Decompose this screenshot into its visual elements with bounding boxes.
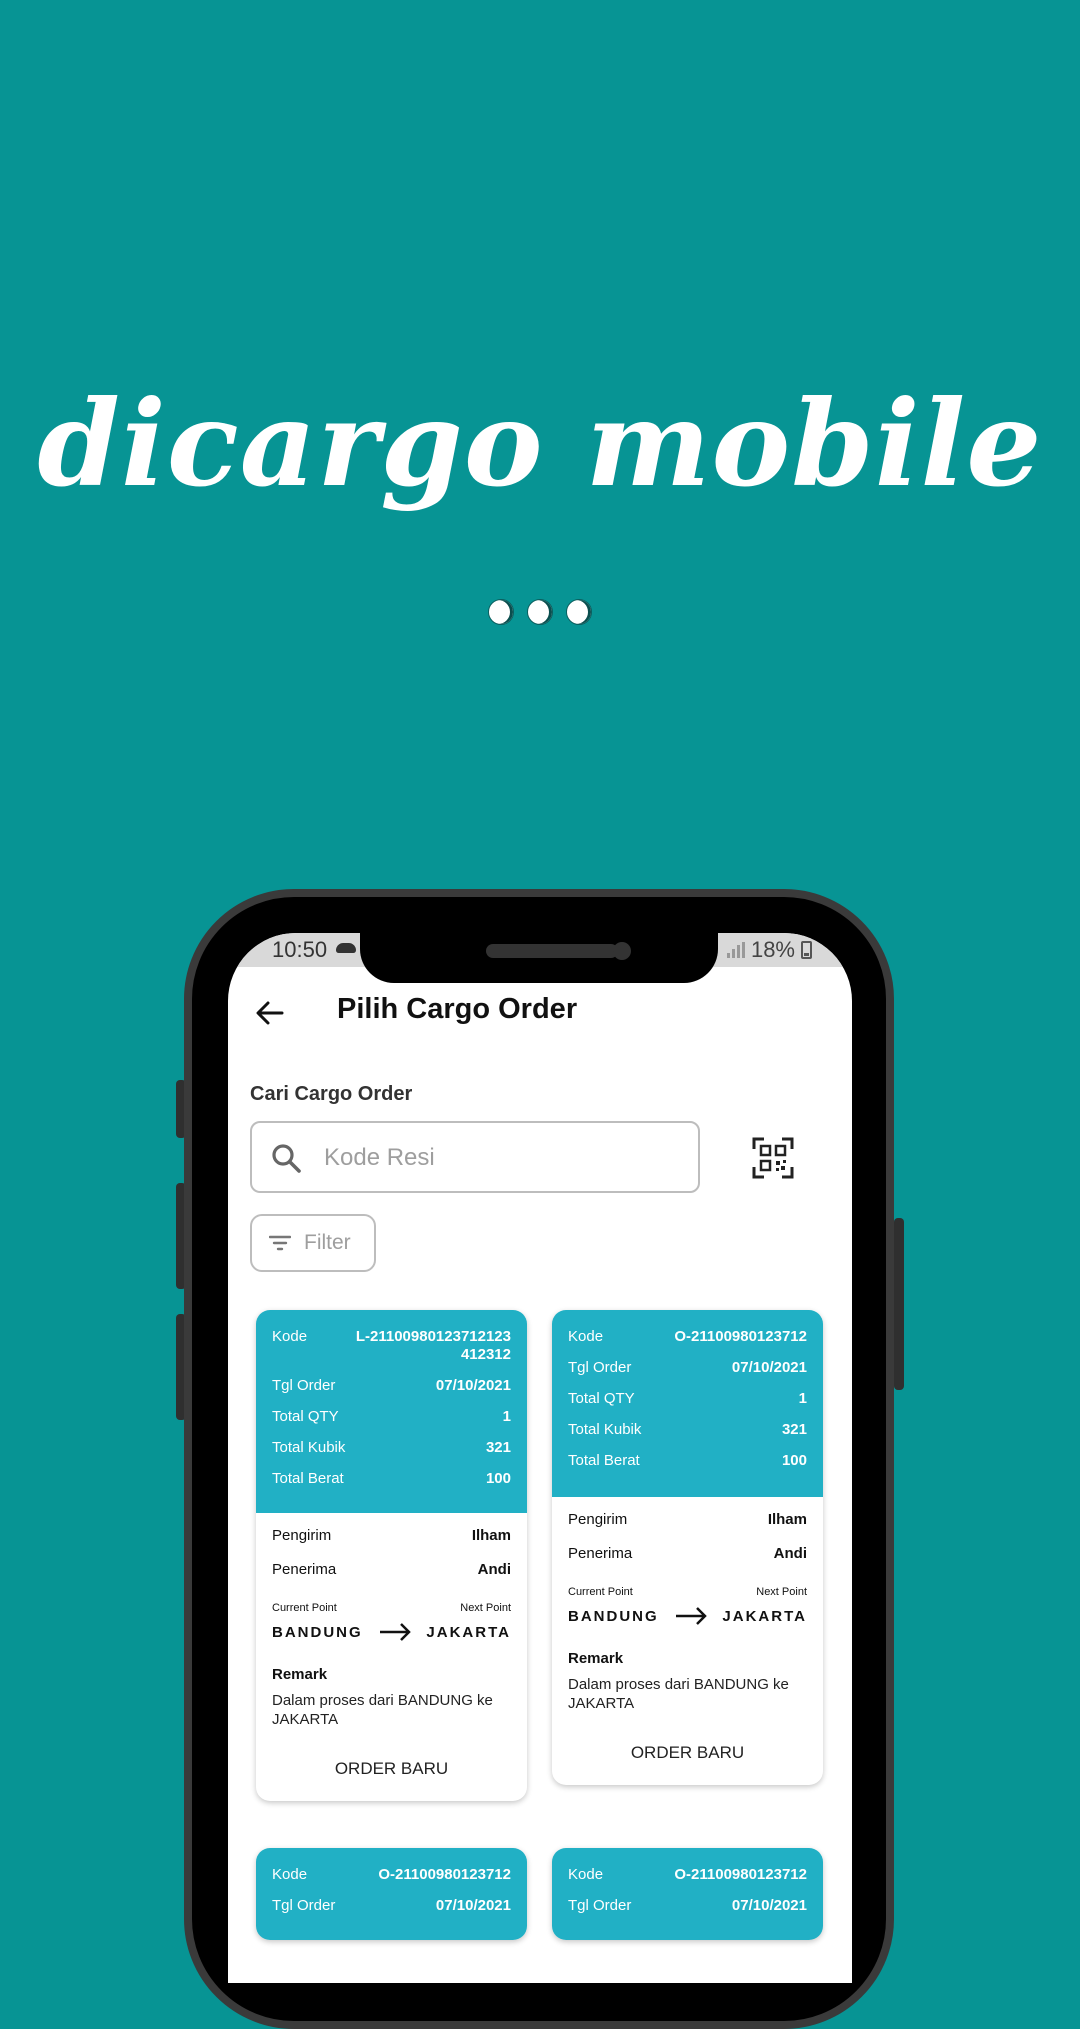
tgl-order-value: 07/10/2021 <box>435 1897 511 1914</box>
total-qty-label: Total QTY <box>568 1390 635 1407</box>
search-icon <box>272 1144 301 1173</box>
kode-value: L-21100980123712123412312 <box>355 1328 511 1363</box>
pengirim-value: Ilham <box>471 1527 511 1544</box>
card-details: Pengirim Ilham Penerima Andi Current Point… <box>256 1513 527 1801</box>
status-indicators: 18% <box>726 937 812 963</box>
penerima-value: Andi <box>773 1545 807 1562</box>
back-arrow-icon[interactable] <box>254 997 286 1029</box>
tgl-order-label: Tgl Order <box>272 1897 336 1914</box>
search-label: Cari Cargo Order <box>250 1083 413 1105</box>
card-summary: Kode L-21100980123712123412312 Tgl Order 0… <box>256 1310 527 1513</box>
battery-percent: 18% <box>750 937 795 962</box>
pengirim-value: Ilham <box>767 1511 807 1528</box>
cargo-order-card[interactable]: Kode L-21100980123712123412312 Tgl Order 0… <box>256 1310 527 1801</box>
total-berat-label: Total Berat <box>568 1452 640 1469</box>
penerima-value: Andi <box>477 1561 511 1578</box>
remark-text: Dalam proses dari BANDUNG ke JAKARTA <box>568 1676 789 1712</box>
next-point-value: JAKARTA <box>426 1623 511 1641</box>
kode-label: Kode <box>568 1328 604 1345</box>
loading-dot <box>566 599 592 625</box>
kode-value: O-21100980123712 <box>674 1328 807 1345</box>
order-baru-button[interactable]: ORDER BARU <box>272 1729 511 1801</box>
total-kubik-label: Total Kubik <box>272 1439 346 1456</box>
qr-scan-icon[interactable] <box>752 1137 794 1179</box>
next-point-label: Next Point <box>756 1586 807 1598</box>
penerima-label: Penerima <box>568 1545 633 1562</box>
total-qty-label: Total QTY <box>272 1408 339 1425</box>
current-point-value: BANDUNG <box>568 1607 659 1625</box>
search-input[interactable] <box>322 1137 686 1179</box>
page-title: Pilih Cargo Order <box>337 993 578 1025</box>
kode-label: Kode <box>568 1866 604 1883</box>
phone-camera <box>613 942 631 960</box>
phone-screen: 10:50 18% Pilih Cargo Order Cari Cargo O… <box>228 933 852 1983</box>
current-point-value: BANDUNG <box>272 1623 363 1641</box>
cargo-order-card[interactable]: Kode O-21100980123712 Tgl Order 07/10/2021… <box>552 1310 823 1785</box>
pengirim-label: Pengirim <box>272 1527 332 1544</box>
card-details: Pengirim Ilham Penerima Andi Current Point… <box>552 1497 823 1785</box>
battery-icon <box>801 941 812 959</box>
remark-label: Remark <box>272 1666 328 1683</box>
penerima-label: Penerima <box>272 1561 337 1578</box>
pengirim-label: Pengirim <box>568 1511 628 1528</box>
tgl-order-label: Tgl Order <box>568 1359 632 1376</box>
tgl-order-label: Tgl Order <box>568 1897 632 1914</box>
arrow-right-icon <box>379 1623 411 1641</box>
remark-text: Dalam proses dari BANDUNG ke JAKARTA <box>272 1692 493 1728</box>
total-berat-value: 100 <box>781 1452 807 1469</box>
kode-value: O-21100980123712 <box>378 1866 511 1883</box>
loading-dot <box>488 599 514 625</box>
phone-power-button <box>894 1218 904 1390</box>
next-point-value: JAKARTA <box>722 1607 807 1625</box>
status-time: 10:50 <box>272 937 328 962</box>
current-point-label: Current Point <box>568 1586 633 1598</box>
remark-label: Remark <box>568 1650 624 1667</box>
tgl-order-value: 07/10/2021 <box>435 1377 511 1394</box>
order-baru-button[interactable]: ORDER BARU <box>568 1713 807 1785</box>
tgl-order-label: Tgl Order <box>272 1377 336 1394</box>
signal-icon <box>726 942 745 958</box>
search-box[interactable] <box>250 1121 700 1193</box>
total-berat-value: 100 <box>485 1470 511 1487</box>
next-point-label: Next Point <box>460 1602 511 1614</box>
total-kubik-value: 321 <box>781 1421 807 1438</box>
kode-value: O-21100980123712 <box>674 1866 807 1883</box>
filter-label: Filter <box>304 1231 351 1254</box>
total-berat-label: Total Berat <box>272 1470 344 1487</box>
card-summary: Kode O-21100980123712 Tgl Order 07/10/2021 <box>256 1848 527 1940</box>
cargo-order-card[interactable]: Kode O-21100980123712 Tgl Order 07/10/2021 <box>552 1848 823 1940</box>
filter-icon <box>269 1235 291 1251</box>
filter-button[interactable]: Filter <box>250 1214 376 1272</box>
card-summary: Kode O-21100980123712 Tgl Order 07/10/2021 <box>552 1848 823 1940</box>
phone-speaker <box>486 944 618 958</box>
loading-dots <box>0 599 1080 625</box>
app-title: dicargo mobile <box>37 374 1043 513</box>
total-qty-value: 1 <box>798 1390 807 1407</box>
arrow-right-icon <box>675 1607 707 1625</box>
total-qty-value: 1 <box>502 1408 511 1425</box>
card-summary: Kode O-21100980123712 Tgl Order 07/10/2021… <box>552 1310 823 1497</box>
total-kubik-label: Total Kubik <box>568 1421 642 1438</box>
phone-notch <box>360 933 718 983</box>
tgl-order-value: 07/10/2021 <box>731 1897 807 1914</box>
total-kubik-value: 321 <box>485 1439 511 1456</box>
kode-label: Kode <box>272 1328 308 1345</box>
current-point-label: Current Point <box>272 1602 337 1614</box>
tgl-order-value: 07/10/2021 <box>731 1359 807 1376</box>
kode-label: Kode <box>272 1866 308 1883</box>
cloud-icon <box>336 943 356 953</box>
loading-dot <box>527 599 553 625</box>
cargo-order-card[interactable]: Kode O-21100980123712 Tgl Order 07/10/2021 <box>256 1848 527 1940</box>
